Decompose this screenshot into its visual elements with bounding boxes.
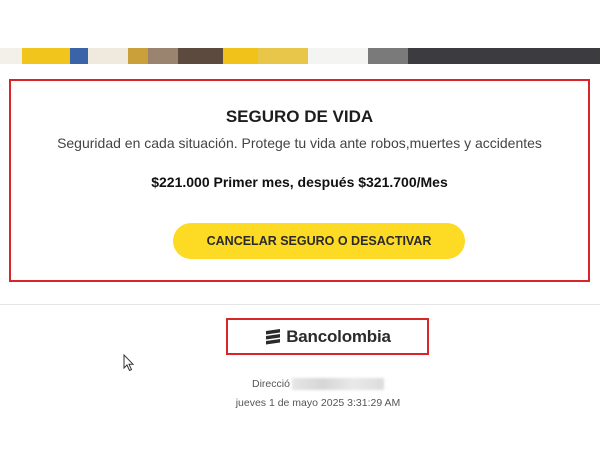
card-description: Seguridad en cada situación. Protege tu … [57,135,542,151]
address-label: Direcció [252,378,290,390]
cancel-insurance-button[interactable]: CANCELAR SEGURO O DESACTIVAR [173,223,465,259]
footer-address: Direcció [252,378,384,390]
bank-logo: Bancolombia [226,318,429,355]
footer-date: jueves 1 de mayo 2025 3:31:29 AM [235,397,401,409]
section-divider [0,304,600,305]
insurance-card: SEGURO DE VIDA Seguridad en cada situaci… [9,79,590,282]
bancolombia-stripes-icon [266,328,281,344]
mouse-cursor-icon [123,354,135,372]
hero-image-strip [0,48,600,64]
card-price: $221.000 Primer mes, después $321.700/Me… [151,174,448,190]
redacted-address [291,378,384,390]
bank-name: Bancolombia [286,326,391,346]
card-title: SEGURO DE VIDA [225,107,374,126]
